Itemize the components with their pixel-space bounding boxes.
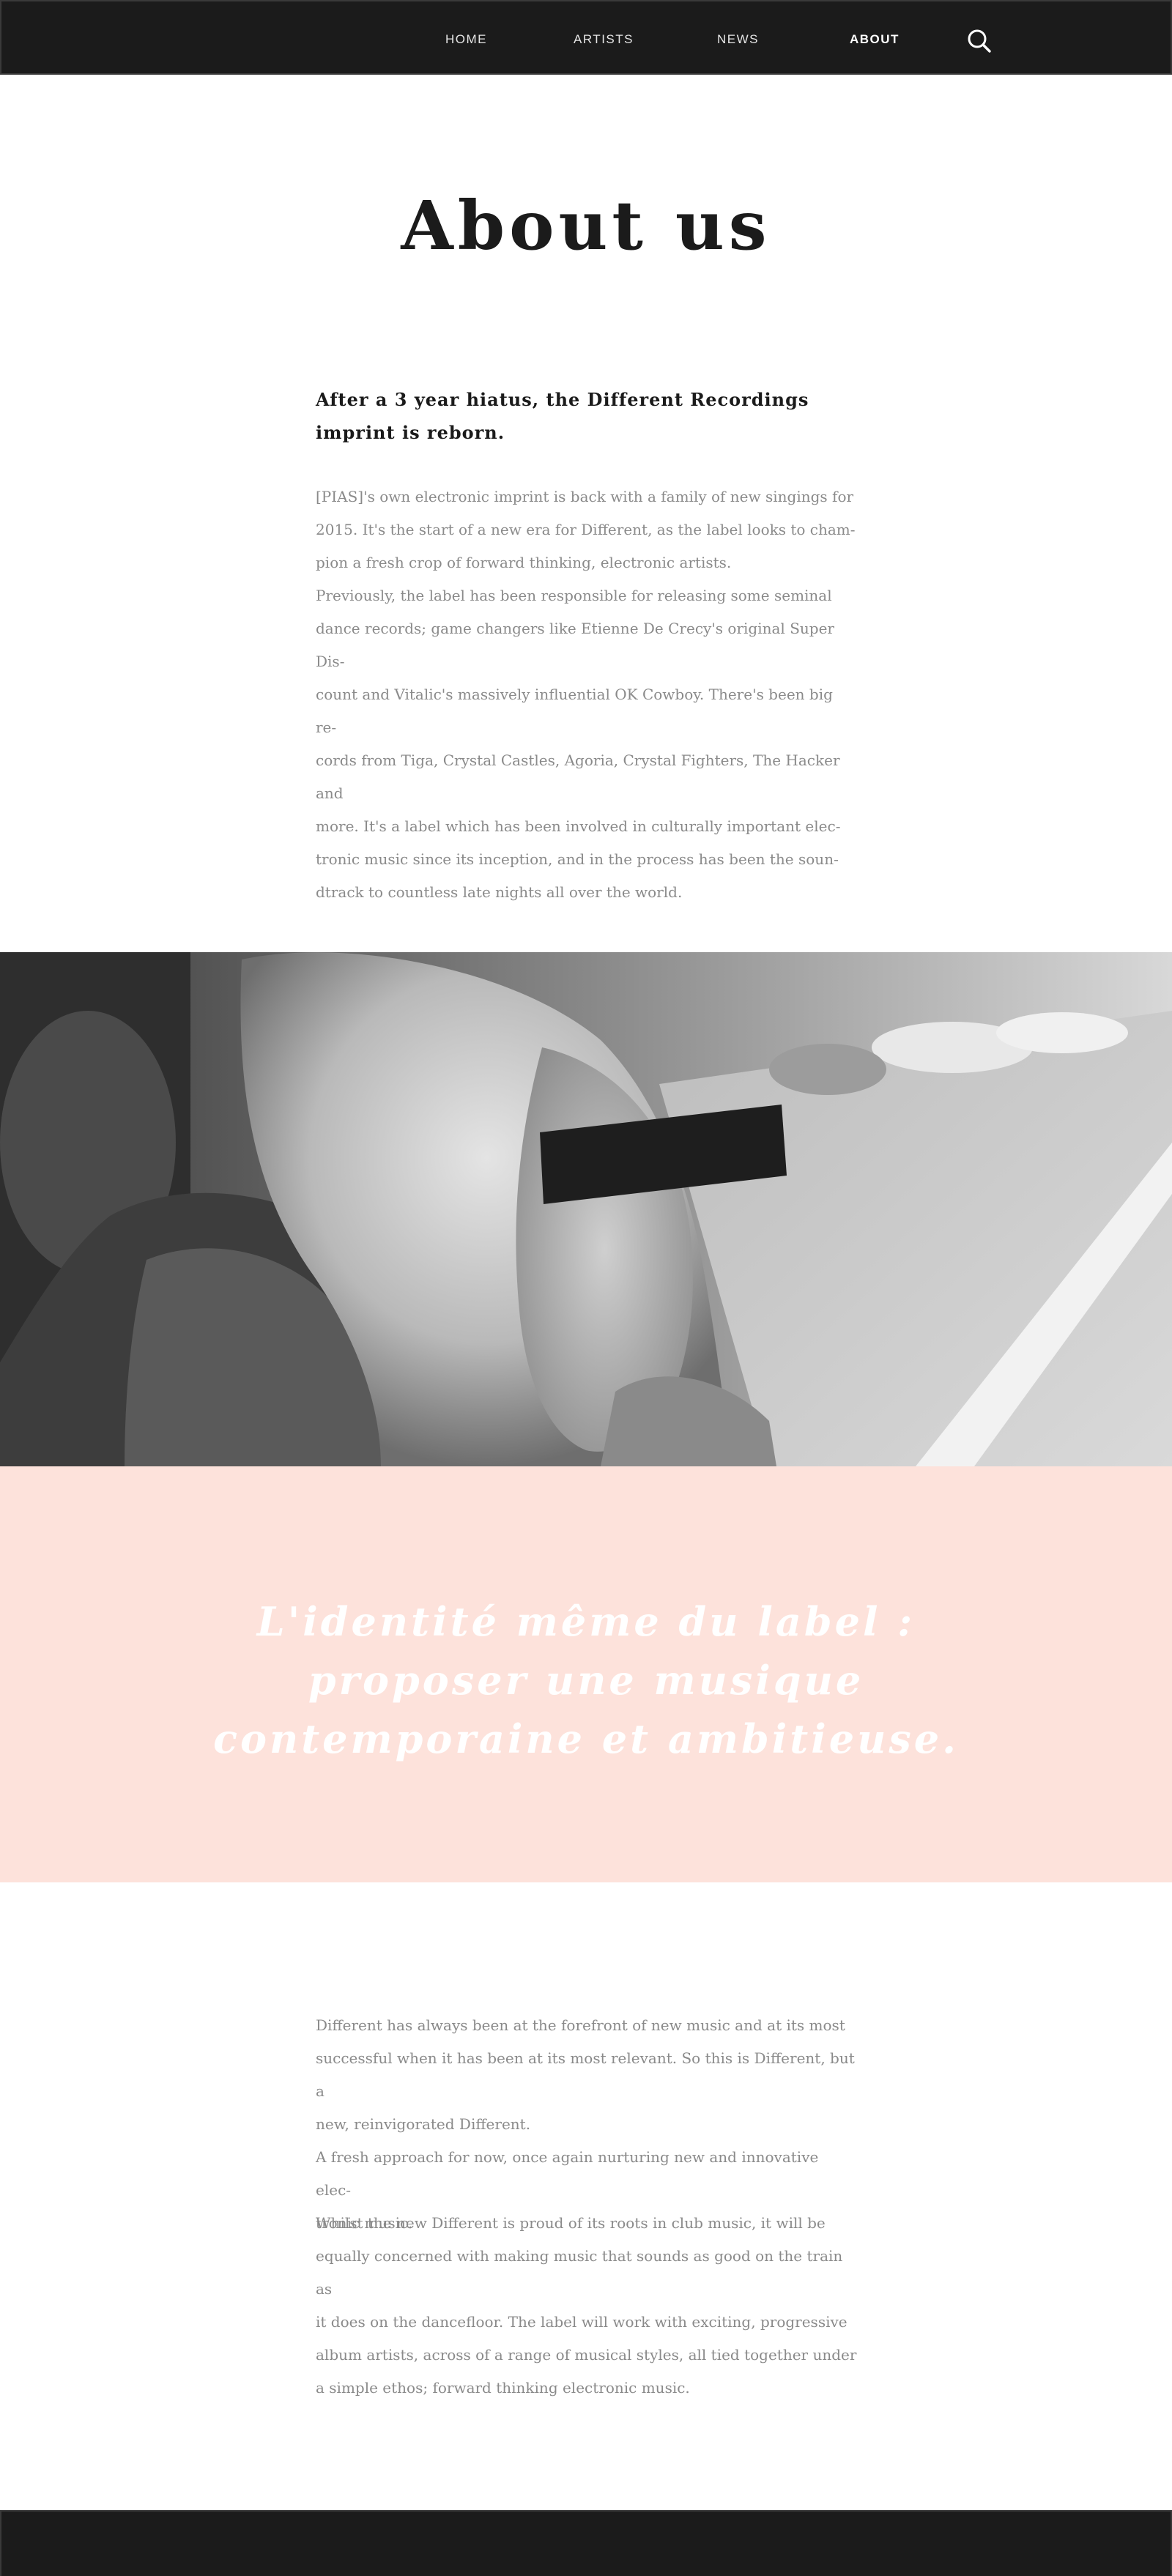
nav-news-link[interactable]: NEWS <box>717 32 759 47</box>
quote-line: contemporaine et ambitieuse. <box>213 1715 959 1762</box>
search-icon[interactable] <box>967 29 992 53</box>
hero-photo <box>0 952 1172 1466</box>
quote-line: proposer une musique <box>308 1657 864 1704</box>
quote-band: L'identité même du label : proposer une … <box>0 1466 1172 1882</box>
lower-line: Whilst the new Different is proud of its… <box>316 2214 826 2232</box>
nav-artists-link[interactable]: ARTISTS <box>574 32 634 47</box>
lower-line: successful when it has been at its most … <box>316 2049 855 2100</box>
lower-line: new, reinvigorated Different. <box>316 2115 531 2133</box>
intro-line: count and Vitalic's massively influentia… <box>316 686 833 736</box>
nav-about-link[interactable]: ABOUT <box>850 32 900 47</box>
lower-line: equally concerned with making music that… <box>316 2247 843 2298</box>
nav-home-link[interactable]: HOME <box>445 32 487 47</box>
label-quote: L'identité même du label : proposer une … <box>0 1592 1172 1768</box>
lower-paragraph-2: Whilst the new Different is proud of its… <box>316 2207 858 2405</box>
quote-line: L'identité même du label : <box>256 1598 916 1645</box>
footer <box>0 2510 1172 2576</box>
top-navigation: HOME ARTISTS NEWS ABOUT <box>0 0 1172 75</box>
intro-line: dance records; game changers like Etienn… <box>316 620 834 670</box>
intro-line: more. It's a label which has been involv… <box>316 817 841 835</box>
page-title: About us <box>401 186 771 265</box>
lower-line: A fresh approach for now, once again nur… <box>316 2148 819 2199</box>
intro-line: pion a fresh crop of forward thinking, e… <box>316 554 732 571</box>
intro-line: dtrack to countless late nights all over… <box>316 883 683 901</box>
intro-line: 2015. It's the start of a new era for Di… <box>316 521 856 538</box>
lower-paragraph-1: Different has always been at the forefro… <box>316 2009 858 2240</box>
lower-line: it does on the dancefloor. The label wil… <box>316 2313 848 2331</box>
intro-line: tronic music since its inception, and in… <box>316 850 839 868</box>
lower-line: a simple ethos; forward thinking electro… <box>316 2379 690 2397</box>
intro-line: [PIAS]'s own electronic imprint is back … <box>316 488 854 505</box>
intro-line: Previously, the label has been responsib… <box>316 587 832 604</box>
lower-line: Different has always been at the forefro… <box>316 2016 845 2034</box>
intro-subheading: After a 3 year hiatus, the Different Rec… <box>316 389 809 443</box>
intro-paragraph: [PIAS]'s own electronic imprint is back … <box>316 480 858 909</box>
lower-line: album artists, across of a range of musi… <box>316 2346 857 2364</box>
intro-line: cords from Tiga, Crystal Castles, Agoria… <box>316 751 840 802</box>
